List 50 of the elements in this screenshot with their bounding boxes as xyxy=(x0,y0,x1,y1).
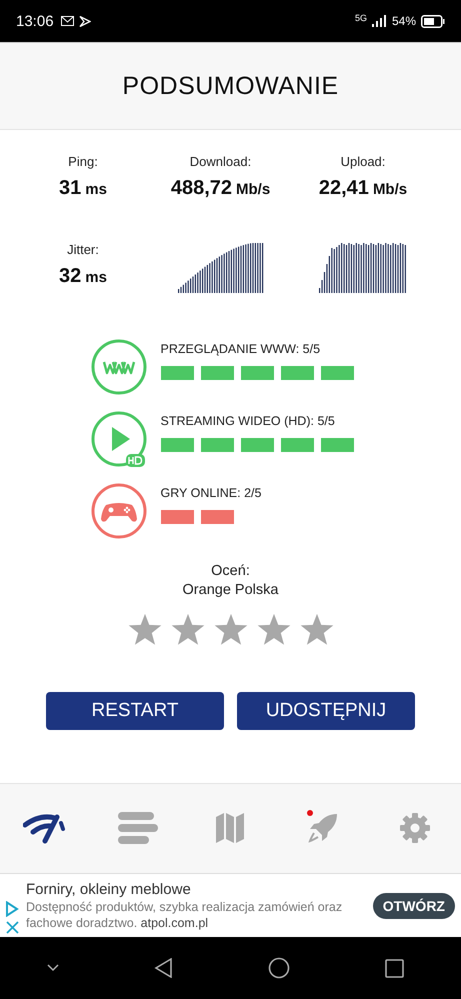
metric-label: Ping: xyxy=(68,154,98,169)
rocket-icon[interactable] xyxy=(308,812,338,842)
ad-title[interactable]: Forniry, okleiny meblowe xyxy=(26,880,365,898)
metric-value: 31 xyxy=(59,177,82,200)
operator-name: Orange Polska xyxy=(182,582,278,598)
action-button[interactable]: RESTART xyxy=(46,692,224,730)
open-button[interactable]: OTWÓRZ xyxy=(372,892,455,918)
recents-icon[interactable] xyxy=(384,958,404,978)
chevron-down-icon[interactable] xyxy=(47,964,60,972)
ad-choices-icon[interactable] xyxy=(5,901,19,917)
home-icon[interactable] xyxy=(268,957,290,979)
metric-label: Jitter: xyxy=(67,242,99,257)
metric-value: 22,41 xyxy=(318,177,369,200)
ad-text: Dostępność produktów, szybka realizacja zamówień oraz fachowe doradztwo. atpol.com.pl xyxy=(26,898,344,930)
battery-level: 54% xyxy=(392,14,416,28)
back-icon[interactable] xyxy=(154,958,174,978)
metric-label: Download: xyxy=(190,154,252,169)
clock: 13:06 xyxy=(16,12,54,30)
play-hd-icon xyxy=(90,411,148,469)
metric-value: 32 xyxy=(59,265,82,288)
quality-label: STREAMING WIDEO (HD): 5/5 xyxy=(160,414,336,428)
star-icon[interactable] xyxy=(256,613,290,646)
www-icon xyxy=(90,339,148,397)
metric-unit: Mb/s xyxy=(236,181,270,198)
star-icon[interactable] xyxy=(300,613,334,646)
rating-prompt: Oceń: xyxy=(211,563,250,579)
mail-icon xyxy=(60,16,74,26)
metric-unit: ms xyxy=(85,269,107,286)
quality-label: PRZEGLĄDANIE WWW: 5/5 xyxy=(160,342,322,356)
star-rating[interactable] xyxy=(128,613,334,646)
battery-icon xyxy=(421,14,445,28)
settings-icon[interactable] xyxy=(400,812,430,842)
quality-label: GRY ONLINE: 2/5 xyxy=(160,486,262,500)
metric-unit: Mb/s xyxy=(372,181,408,198)
map-icon[interactable] xyxy=(216,812,244,842)
page-title: PODSUMOWANIE xyxy=(122,72,339,100)
list-icon[interactable] xyxy=(118,812,158,844)
gamepad-icon xyxy=(90,483,148,541)
metric-label: Upload: xyxy=(340,154,386,169)
metric-value: 488,72 xyxy=(170,177,232,200)
network-type: 5G xyxy=(354,13,367,23)
star-icon[interactable] xyxy=(214,613,248,646)
action-button[interactable]: UDOSTĘPNIJ xyxy=(237,692,415,730)
play-store-icon xyxy=(78,16,91,26)
ad-link[interactable]: atpol.com.pl xyxy=(140,916,208,930)
star-icon[interactable] xyxy=(128,613,162,646)
close-icon[interactable] xyxy=(6,921,18,934)
star-icon[interactable] xyxy=(170,613,204,646)
signal-icon xyxy=(372,15,387,27)
metric-unit: ms xyxy=(85,181,107,198)
